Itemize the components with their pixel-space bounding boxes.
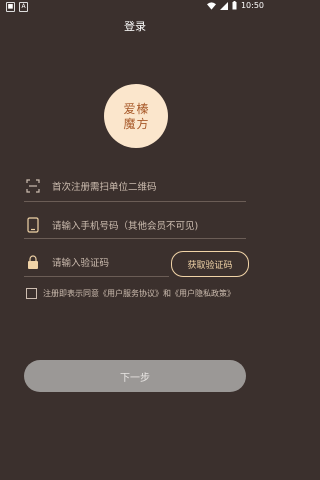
code-input-row[interactable]: 请输入验证码 bbox=[24, 248, 164, 276]
divider bbox=[24, 238, 246, 239]
agreement-row[interactable]: 注册即表示同意《用户服务协议》和《用户隐私政策》 bbox=[26, 288, 235, 299]
phone-input-row[interactable]: 请输入手机号码（其他会员不可见) bbox=[24, 211, 246, 239]
battery-icon bbox=[232, 1, 237, 10]
scan-qr-row[interactable]: 首次注册需扫单位二维码 bbox=[24, 172, 246, 200]
scan-qr-label: 首次注册需扫单位二维码 bbox=[52, 182, 157, 193]
status-time: 10:50 bbox=[240, 1, 264, 10]
notification-icon: A bbox=[19, 2, 28, 12]
divider bbox=[24, 276, 169, 277]
get-code-button[interactable]: 获取验证码 bbox=[171, 251, 249, 277]
lock-icon bbox=[24, 253, 42, 271]
status-bar: ■ A 10:50 bbox=[0, 0, 270, 14]
code-input[interactable]: 请输入验证码 bbox=[52, 255, 109, 269]
app-logo: 爱 榛 魔 方 bbox=[104, 84, 168, 148]
logo-char: 榛 bbox=[136, 101, 149, 116]
agreement-text[interactable]: 注册即表示同意《用户服务协议》和《用户隐私政策》 bbox=[43, 288, 235, 299]
status-left-icons: ■ A bbox=[6, 2, 28, 12]
wifi-icon bbox=[206, 1, 216, 10]
notification-icon: ■ bbox=[6, 2, 15, 12]
logo-char: 爱 bbox=[123, 101, 136, 116]
next-button[interactable]: 下一步 bbox=[24, 360, 246, 392]
scan-icon bbox=[24, 177, 42, 195]
logo-char: 魔 bbox=[123, 116, 136, 131]
page-title: 登录 bbox=[124, 20, 146, 33]
signal-icon bbox=[219, 1, 228, 10]
phone-input[interactable]: 请输入手机号码（其他会员不可见) bbox=[52, 218, 198, 232]
status-right-icons: 10:50 bbox=[206, 1, 264, 10]
agreement-checkbox[interactable] bbox=[26, 288, 37, 299]
logo-char: 方 bbox=[136, 116, 149, 131]
divider bbox=[24, 201, 246, 202]
phone-icon bbox=[24, 216, 42, 234]
